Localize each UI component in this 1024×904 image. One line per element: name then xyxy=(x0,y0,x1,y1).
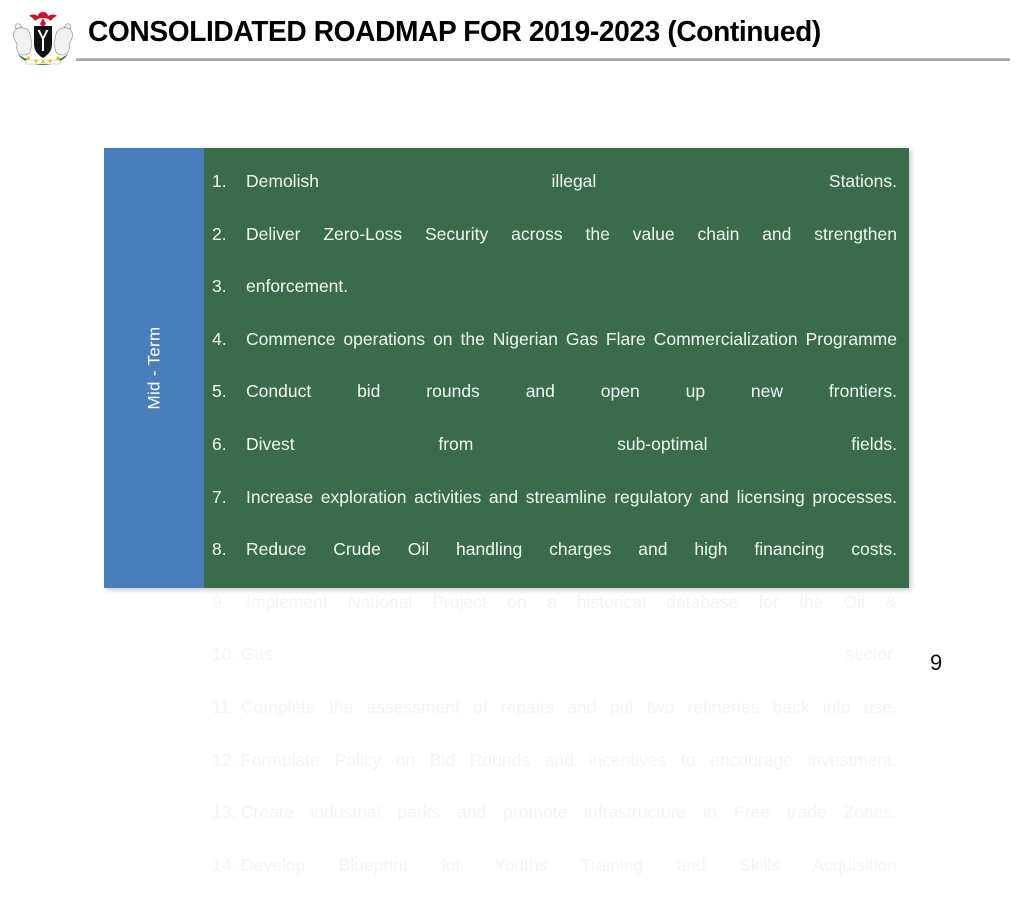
list-item-number: 8. xyxy=(212,539,227,560)
page-title: CONSOLIDATED ROADMAP FOR 2019-2023 (Cont… xyxy=(88,16,821,48)
list-item-text: enforcement. xyxy=(246,276,349,297)
list-item-number: 14. xyxy=(212,854,237,875)
list-item: 5. Conduct bid rounds and open up new fr… xyxy=(212,378,897,431)
list-item-number: 1. xyxy=(212,171,227,191)
list-item-number: 11. xyxy=(212,696,236,717)
list-item-number: 12. xyxy=(212,749,237,770)
list-item-number: 4. xyxy=(212,328,227,349)
list-item-text: Deliver Zero-Loss Security across the va… xyxy=(246,223,897,244)
list-item: 9. Implement National Project on a histo… xyxy=(212,589,897,642)
header-divider xyxy=(76,58,1010,61)
roadmap-items-cell: 1. Demolish illegal Stations. 2. Deliver… xyxy=(204,148,909,875)
list-item: 12. Formulate Policy on Bid Rounds and i… xyxy=(212,747,897,800)
list-item-text: Reduce Crude Oil handling charges and hi… xyxy=(246,539,897,560)
list-item-text: Divest from sub-optimal fields. xyxy=(246,433,897,454)
list-item-number: 2. xyxy=(212,223,227,244)
list-item: 7. Increase exploration activities and s… xyxy=(212,484,897,537)
list-item: 3. enforcement. xyxy=(212,273,897,326)
list-item: 8. Reduce Crude Oil handling charges and… xyxy=(212,536,897,589)
term-label-cell: Mid - Term xyxy=(104,148,204,588)
list-item-text: Formulate Policy on Bid Rounds and incen… xyxy=(241,749,897,770)
list-item-number: 13. xyxy=(212,802,237,823)
list-item-text: Gas sector. xyxy=(241,644,897,665)
list-item-text: Complete the assessment of repairs and p… xyxy=(241,696,897,717)
list-item-text: Demolish illegal Stations. xyxy=(246,171,897,191)
list-item-number: 9. xyxy=(212,591,227,612)
list-item-text: Develop Blueprint for Youths Training an… xyxy=(241,854,897,875)
list-item: 10. Gas sector. xyxy=(212,641,897,694)
list-item: 13. Create industrial parks and promote … xyxy=(212,799,897,852)
list-item: 2. Deliver Zero-Loss Security across the… xyxy=(212,221,897,274)
list-item-number: 3. xyxy=(212,276,227,297)
list-item: 4. Commence operations on the Nigerian G… xyxy=(212,326,897,379)
list-item: 14. Develop Blueprint for Youths Trainin… xyxy=(212,852,897,904)
list-item-text: Increase exploration activities and stre… xyxy=(246,486,897,507)
nigeria-coat-of-arms-icon xyxy=(10,8,76,68)
list-item-text: Conduct bid rounds and open up new front… xyxy=(246,381,897,402)
roadmap-list: 1. Demolish illegal Stations. 2. Deliver… xyxy=(212,168,897,904)
list-item: 11. Complete the assessment of repairs a… xyxy=(212,694,897,747)
list-item: 1. Demolish illegal Stations. xyxy=(212,168,897,221)
list-item-number: 5. xyxy=(212,381,227,402)
page-number: 9 xyxy=(930,650,943,675)
term-label: Mid - Term xyxy=(143,326,163,410)
list-item-text: Create industrial parks and promote infr… xyxy=(241,802,897,823)
list-item-text: Implement National Project on a historic… xyxy=(246,591,897,612)
roadmap-panel: Mid - Term 1. Demolish illegal Stations.… xyxy=(104,148,909,875)
list-item: 6. Divest from sub-optimal fields. xyxy=(212,431,897,484)
slide-header: CONSOLIDATED ROADMAP FOR 2019-2023 (Cont… xyxy=(0,0,1024,72)
list-item-number: 6. xyxy=(212,433,227,454)
list-item-number: 10. xyxy=(212,644,237,665)
list-item-text: Commence operations on the Nigerian Gas … xyxy=(246,328,897,349)
list-item-number: 7. xyxy=(212,486,227,507)
